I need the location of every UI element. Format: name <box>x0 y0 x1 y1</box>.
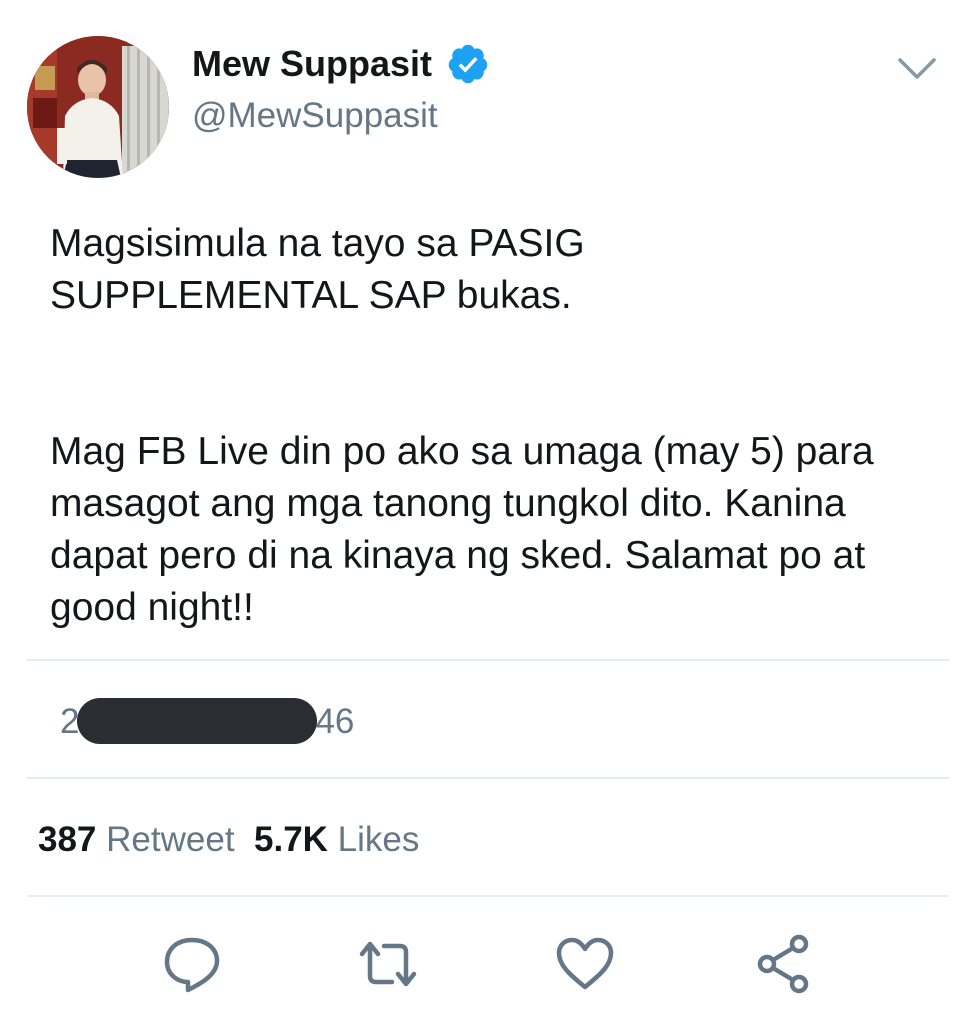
verified-badge-icon <box>448 44 488 84</box>
avatar-photo <box>27 36 169 178</box>
divider <box>27 895 949 897</box>
tweet-text-line: good night!! <box>50 586 254 629</box>
retweet-count: 387 <box>38 820 97 859</box>
author-display-name[interactable]: Mew Suppasit <box>192 40 432 88</box>
tweet-text-line: masagot ang mga tanong tungkol dito. Kan… <box>50 482 846 525</box>
divider <box>27 659 949 661</box>
tweet-stats: 387 Retweet 5.7K Likes <box>38 818 419 862</box>
tweet-text-line: dapat pero di na kinaya ng sked. Salamat… <box>50 534 866 577</box>
divider <box>27 777 949 779</box>
likes-stat[interactable]: 5.7K Likes <box>254 820 419 859</box>
retweet-stat[interactable]: 387 Retweet <box>38 820 235 859</box>
tweet-text-line: SUPPLEMENTAL SAP bukas. <box>50 274 572 317</box>
avatar[interactable] <box>27 36 169 178</box>
share-icon[interactable] <box>751 932 815 996</box>
tweet-text-line: Magsisimula na tayo sa PASIG <box>50 222 585 265</box>
retweet-icon[interactable] <box>356 932 420 996</box>
tweet-timestamp[interactable]: 2 46 <box>60 697 355 747</box>
tweet-text-line: Mag FB Live din po ako sa umaga (may 5) … <box>50 430 874 473</box>
reply-icon[interactable] <box>160 932 224 996</box>
timestamp-suffix: 46 <box>315 702 355 741</box>
tweet-text: Magsisimula na tayo sa PASIG SUPPLEMENTA… <box>50 218 960 634</box>
likes-label: Likes <box>337 820 420 859</box>
chevron-down-icon[interactable] <box>896 52 938 84</box>
redaction-bar <box>77 697 318 744</box>
likes-count: 5.7K <box>254 820 328 859</box>
author-handle[interactable]: @MewSuppasit <box>192 94 438 138</box>
like-heart-icon[interactable] <box>553 932 617 996</box>
retweet-label: Retweet <box>106 820 235 859</box>
